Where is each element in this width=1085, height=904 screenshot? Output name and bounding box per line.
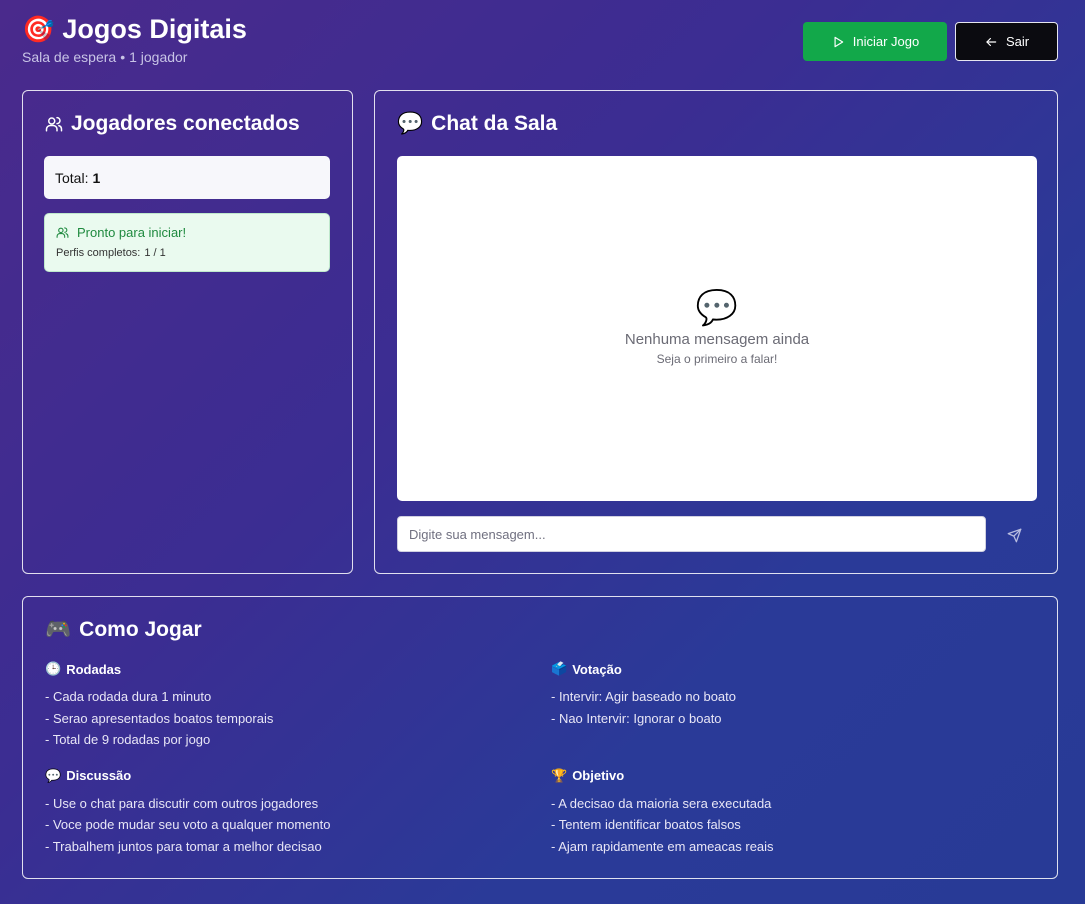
send-icon [1007, 528, 1021, 542]
section-rodadas: 🕒 Rodadas - Cada rodada dura 1 minuto - … [45, 661, 551, 751]
exit-button[interactable]: Sair [955, 22, 1058, 61]
section-title: 🏆 Objetivo [551, 768, 1035, 784]
total-value: 1 [92, 169, 101, 186]
profiles-value: 1 / 1 [144, 247, 166, 259]
players-panel-title: Jogadores conectados [45, 112, 300, 136]
section-title-text: Votação [572, 661, 622, 677]
section-title-text: Rodadas [66, 661, 122, 677]
how-to-play-title: 🎮 Como Jogar [45, 618, 202, 642]
chat-panel: 💬 Chat da Sala 💬 Nenhuma mensagem ainda … [374, 90, 1058, 574]
send-button[interactable] [1003, 524, 1025, 546]
list-item: - Tentem identificar boatos falsos [551, 817, 741, 832]
chat-messages: 💬 Nenhuma mensagem ainda Seja o primeiro… [397, 156, 1037, 501]
users-icon [45, 116, 63, 132]
section-objetivo: 🏆 Objetivo - A decisao da maioria sera e… [551, 768, 1035, 858]
room-status: Sala de espera [22, 49, 117, 65]
list-item: - Ajam rapidamente em ameacas reais [551, 838, 774, 854]
speech-bubble-icon: 💬 [695, 289, 739, 327]
total-label: Total: [55, 169, 89, 186]
exit-label: Sair [1005, 34, 1030, 49]
list-item: - Use o chat para discutir com outros jo… [45, 795, 319, 811]
section-title-text: Discussão [66, 768, 132, 783]
players-panel-title-text: Jogadores conectados [71, 112, 300, 135]
speech-bubble-icon: 💬 [45, 767, 62, 783]
chat-message-input[interactable] [397, 516, 986, 552]
start-game-label: Iniciar Jogo [852, 34, 920, 49]
trophy-icon: 🏆 [551, 767, 568, 783]
ballot-box-icon: 🗳️ [551, 661, 568, 676]
section-title: 🕒 Rodadas [45, 661, 551, 677]
list-item: - Trabalhem juntos para tomar a melhor d… [45, 838, 322, 854]
gamepad-icon: 🎮 [45, 618, 72, 641]
ready-text: Pronto para iniciar! [77, 225, 187, 240]
page-header: 🎯 Jogos Digitais Sala de espera • 1 joga… [22, 12, 1058, 65]
chat-panel-title-text: Chat da Sala [431, 112, 558, 135]
how-to-play-title-text: Como Jogar [79, 618, 202, 641]
arrow-left-icon [986, 37, 997, 46]
list-item: - Intervir: Agir baseado no boato [551, 689, 737, 704]
target-icon: 🎯 [22, 13, 55, 44]
subtitle-separator: • [120, 49, 126, 65]
chat-empty-title: Nenhuma mensagem ainda [624, 331, 810, 348]
chat-panel-title: 💬 Chat da Sala [397, 112, 557, 136]
speech-bubble-icon: 💬 [397, 112, 424, 135]
play-icon [834, 36, 843, 47]
section-discussao: 💬 Discussão - Use o chat para discutir c… [45, 768, 551, 858]
list-item: - Voce pode mudar seu voto a qualquer mo… [45, 817, 331, 832]
list-item: - Total de 9 rodadas por jogo [45, 732, 211, 747]
how-to-play-panel: 🎮 Como Jogar 🕒 Rodadas - Cada rodada dur… [22, 596, 1058, 879]
chat-empty-subtitle: Seja o primeiro a falar! [656, 352, 778, 366]
section-title: 🗳️ Votação [551, 661, 1035, 677]
profiles-label: Perfis completos: [56, 247, 141, 259]
player-count: 1 jogador [129, 49, 188, 65]
header-actions: Iniciar Jogo Sair [803, 22, 1058, 61]
how-to-play-sections: 🕒 Rodadas - Cada rodada dura 1 minuto - … [45, 661, 1035, 857]
clock-icon: 🕒 [45, 661, 62, 676]
users-icon [56, 227, 69, 238]
ready-status: Pronto para iniciar! [56, 225, 318, 240]
ready-status-box: Pronto para iniciar! Perfis completos: 1… [44, 213, 330, 272]
total-players-box: Total: 1 [44, 156, 330, 199]
profiles-complete: Perfis completos: 1 / 1 [56, 247, 318, 259]
list-item: - Cada rodada dura 1 minuto [45, 689, 212, 704]
list-item: - Serao apresentados boatos temporais [45, 710, 274, 726]
section-title: 💬 Discussão [45, 768, 551, 784]
section-title-text: Objetivo [572, 768, 625, 783]
list-item: - A decisao da maioria sera executada [551, 795, 772, 811]
start-game-button[interactable]: Iniciar Jogo [803, 22, 947, 61]
page-title-text: Jogos Digitais [62, 13, 247, 44]
players-panel: Jogadores conectados Total: 1 Pronto par… [22, 90, 353, 574]
list-item: - Nao Intervir: Ignorar o boato [551, 710, 722, 726]
section-votacao: 🗳️ Votação - Intervir: Agir baseado no b… [551, 661, 1035, 751]
